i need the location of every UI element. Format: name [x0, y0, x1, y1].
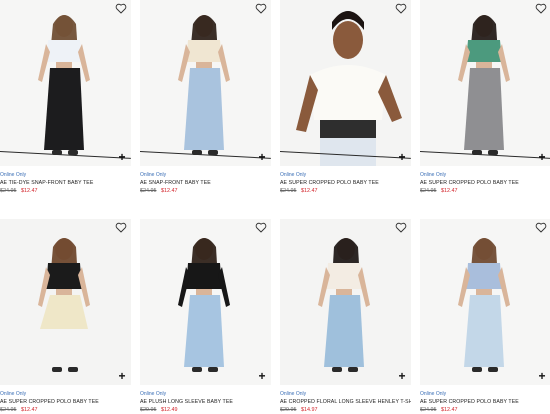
heart-icon[interactable] [115, 3, 127, 14]
online-only-badge: Online Only [280, 172, 307, 178]
online-only-badge: Online Only [280, 391, 307, 397]
product-image[interactable]: + [140, 0, 271, 166]
model-figure [38, 15, 90, 155]
product-price: $24.95 $12.47 [280, 187, 411, 195]
model-figure [296, 11, 402, 166]
product-card[interactable]: + Online Only AE SUPER CROPPED POLO BABY… [420, 219, 550, 414]
heart-icon[interactable] [255, 222, 267, 233]
product-image[interactable]: + [0, 0, 131, 166]
original-price: $24.95 [0, 188, 17, 194]
online-only-badge: Online Only [140, 391, 167, 397]
original-price: $29.95 [140, 407, 157, 413]
model-figure [38, 238, 90, 372]
heart-icon[interactable] [255, 3, 267, 14]
product-card[interactable]: + Online Only AE SNAP-FRONT BABY TEE $24… [140, 0, 271, 195]
product-card[interactable]: + Online Only AE TIE-DYE SNAP-FRONT BABY… [0, 0, 131, 195]
product-name[interactable]: AE SUPER CROPPED POLO BABY TEE [0, 398, 131, 406]
model-figure [178, 15, 230, 155]
sale-price: $12.47 [21, 188, 38, 194]
plus-icon[interactable]: + [257, 151, 267, 163]
product-price: $24.95 $12.47 [420, 406, 550, 414]
model-figure [458, 238, 510, 372]
product-name[interactable]: AE SNAP-FRONT BABY TEE [140, 179, 271, 187]
product-name[interactable]: AE PLUSH LONG SLEEVE BABY TEE [140, 398, 271, 406]
sale-price: $12.47 [441, 407, 458, 413]
product-price: $29.95 $12.49 [140, 406, 271, 414]
product-name[interactable]: AE SUPER CROPPED POLO BABY TEE [420, 179, 550, 187]
plus-icon[interactable]: + [537, 370, 547, 382]
plus-icon[interactable]: + [117, 370, 127, 382]
online-only-badge: Online Only [420, 172, 447, 178]
product-image[interactable]: + [140, 219, 271, 385]
original-price: $24.95 [140, 188, 157, 194]
product-price: $24.95 $12.47 [140, 187, 271, 195]
product-card[interactable]: + Online Only AE PLUSH LONG SLEEVE BABY … [140, 219, 271, 414]
plus-icon[interactable]: + [537, 151, 547, 163]
product-image[interactable]: + [420, 0, 550, 166]
sale-price: $12.47 [301, 188, 318, 194]
product-image[interactable]: + [280, 219, 411, 385]
product-grid: + Online Only AE TIE-DYE SNAP-FRONT BABY… [0, 0, 550, 414]
original-price: $24.95 [280, 188, 297, 194]
sale-price: $12.49 [161, 407, 178, 413]
product-image[interactable]: + [420, 219, 550, 385]
model-figure [178, 238, 230, 372]
sale-price: $12.47 [21, 407, 38, 413]
product-name[interactable]: AE SUPER CROPPED POLO BABY TEE [420, 398, 550, 406]
product-price: $29.95 $14.97 [280, 406, 411, 414]
product-card[interactable]: + Online Only AE CROPPED FLORAL LONG SLE… [280, 219, 411, 414]
heart-icon[interactable] [395, 3, 407, 14]
plus-icon[interactable]: + [397, 370, 407, 382]
product-price: $24.95 $12.47 [420, 187, 550, 195]
heart-icon[interactable] [395, 222, 407, 233]
online-only-badge: Online Only [420, 391, 447, 397]
plus-icon[interactable]: + [117, 151, 127, 163]
product-name[interactable]: AE SUPER CROPPED POLO BABY TEE [280, 179, 411, 187]
plus-icon[interactable]: + [397, 151, 407, 163]
online-only-badge: Online Only [0, 172, 27, 178]
sale-price: $12.47 [441, 188, 458, 194]
plus-icon[interactable]: + [257, 370, 267, 382]
heart-icon[interactable] [115, 222, 127, 233]
original-price: $24.95 [420, 188, 437, 194]
original-price: $24.95 [420, 407, 437, 413]
product-price: $24.95 $12.47 [0, 406, 131, 414]
product-name[interactable]: AE CROPPED FLORAL LONG SLEEVE HENLEY T-S… [280, 398, 411, 406]
product-card[interactable]: + Online Only AE SUPER CROPPED POLO BABY… [280, 0, 411, 195]
product-price: $24.95 $12.47 [0, 187, 131, 195]
product-image[interactable]: + [280, 0, 411, 166]
original-price: $24.95 [0, 407, 17, 413]
online-only-badge: Online Only [0, 391, 27, 397]
product-name[interactable]: AE TIE-DYE SNAP-FRONT BABY TEE [0, 179, 131, 187]
heart-icon[interactable] [535, 3, 547, 14]
model-figure [318, 238, 370, 372]
sale-price: $12.47 [161, 188, 178, 194]
original-price: $29.95 [280, 407, 297, 413]
model-figure [458, 15, 510, 155]
product-card[interactable]: + Online Only AE SUPER CROPPED POLO BABY… [420, 0, 550, 195]
product-image[interactable]: + [0, 219, 131, 385]
product-card[interactable]: + Online Only AE SUPER CROPPED POLO BABY… [0, 219, 131, 414]
heart-icon[interactable] [535, 222, 547, 233]
online-only-badge: Online Only [140, 172, 167, 178]
sale-price: $14.97 [301, 407, 318, 413]
